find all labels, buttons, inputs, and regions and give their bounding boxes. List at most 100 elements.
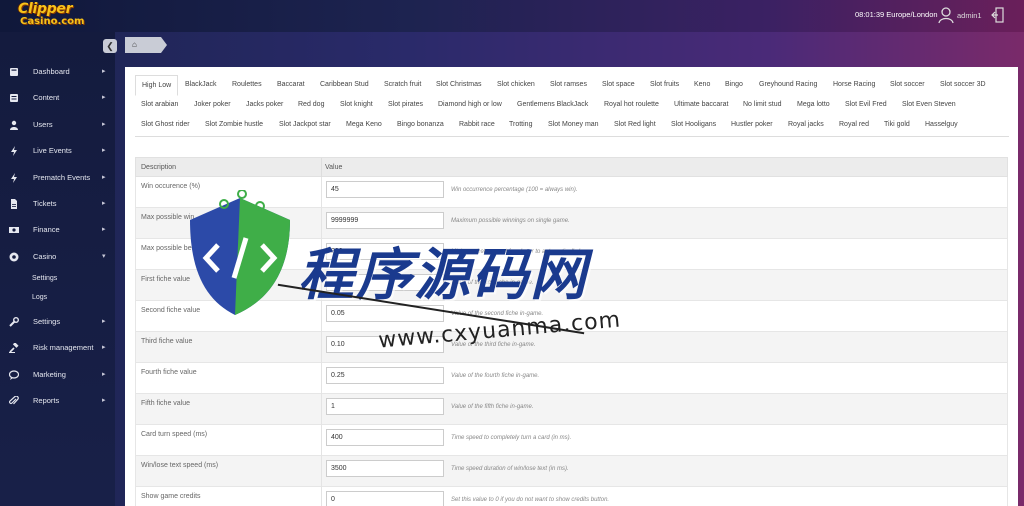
tab-greyhound-racing[interactable]: Greyhound Racing (753, 75, 823, 95)
tab-slot-fruits[interactable]: Slot fruits (644, 75, 685, 95)
chevron-right-icon: ▸ (102, 174, 106, 181)
tab-royal-jacks[interactable]: Royal jacks (782, 115, 830, 135)
max-possible-win-input[interactable] (326, 212, 444, 229)
card-turn-speed-input[interactable] (326, 429, 444, 446)
tab-slot-soccer-3d[interactable]: Slot soccer 3D (934, 75, 992, 95)
tab-slot-red-light[interactable]: Slot Red light (608, 115, 662, 135)
brand-logo[interactable]: Clipper Casino.com (18, 2, 98, 29)
sidebar-item-reports[interactable]: Reports ▸ (0, 388, 115, 414)
tab-slot-knight[interactable]: Slot knight (334, 95, 379, 115)
column-divider (321, 394, 322, 425)
show-game-credits-input[interactable] (326, 491, 444, 506)
tab-slot-evil-fred[interactable]: Slot Evil Fred (839, 95, 893, 115)
tab-slot-arabian[interactable]: Slot arabian (135, 95, 184, 115)
tab-slot-pirates[interactable]: Slot pirates (382, 95, 429, 115)
tab-slot-ramses[interactable]: Slot ramses (544, 75, 593, 95)
chevron-right-icon: ▸ (102, 397, 106, 404)
user-avatar-icon[interactable] (938, 6, 954, 24)
tab-rabbit-race[interactable]: Rabbit race (453, 115, 501, 135)
setting-help: Time speed to completely turn a card (in… (451, 435, 572, 441)
tab-slot-money-man[interactable]: Slot Money man (542, 115, 605, 135)
sidebar-subitem-logs[interactable]: Logs (32, 294, 47, 301)
sidebar-item-live-events[interactable]: Live Events ▸ (0, 138, 115, 164)
tab-slot-christmas[interactable]: Slot Christmas (430, 75, 488, 95)
setting-label: Win occurence (%) (141, 183, 201, 190)
tab-mega-lotto[interactable]: Mega lotto (791, 95, 836, 115)
tab-slot-space[interactable]: Slot space (596, 75, 641, 95)
setting-help: Set this value to 0 if you do not want t… (451, 497, 610, 503)
chevron-right-icon: ▸ (102, 226, 106, 233)
tab-no-limit-stud[interactable]: No limit stud (737, 95, 788, 115)
tab-slot-soccer[interactable]: Slot soccer (884, 75, 931, 95)
sidebar-item-casino[interactable]: Casino ▾ (0, 244, 115, 270)
tab-hustler-poker[interactable]: Hustler poker (725, 115, 779, 135)
max-possible-bet-input[interactable] (326, 243, 444, 260)
tab-royal-hot-roulette[interactable]: Royal hot roulette (598, 95, 665, 115)
tab-joker-poker[interactable]: Joker poker (188, 95, 237, 115)
ticket-icon (11, 199, 17, 209)
tab-scratch-fruit[interactable]: Scratch fruit (378, 75, 427, 95)
sidebar-item-finance[interactable]: Finance ▸ (0, 217, 115, 243)
tab-hasselguy[interactable]: Hasselguy (919, 115, 964, 135)
column-divider (321, 425, 322, 456)
tab-baccarat[interactable]: Baccarat (271, 75, 311, 95)
username[interactable]: admin1 (957, 11, 982, 20)
column-divider (321, 456, 322, 487)
setting-help: Value of the third fiche in-game. (451, 342, 536, 348)
sidebar-item-prematch-events[interactable]: Prematch Events ▸ (0, 165, 115, 191)
sidebar-item-settings[interactable]: Settings ▸ (0, 309, 115, 335)
win-occurence-input[interactable] (326, 181, 444, 198)
tab-bingo[interactable]: Bingo (719, 75, 749, 95)
fourth-fiche-input[interactable] (326, 367, 444, 384)
chevron-right-icon: ▸ (102, 68, 106, 75)
tab-royal-red[interactable]: Royal red (833, 115, 875, 135)
sidebar-item-dashboard[interactable]: Dashboard ▸ (0, 59, 115, 85)
column-divider (321, 158, 322, 178)
tab-red-dog[interactable]: Red dog (292, 95, 330, 115)
tab-slot-zombie-hustle[interactable]: Slot Zombie hustle (199, 115, 269, 135)
sidebar-item-risk-management[interactable]: Risk management ▸ (0, 335, 115, 361)
home-icon[interactable]: ⌂ (132, 40, 137, 49)
column-divider (321, 487, 322, 506)
tab-caribbean-stud[interactable]: Caribbean Stud (314, 75, 375, 95)
tab-diamond-high-or-low[interactable]: Diamond high or low (432, 95, 508, 115)
column-divider (321, 270, 322, 301)
fifth-fiche-input[interactable] (326, 398, 444, 415)
sidebar-item-marketing[interactable]: Marketing ▸ (0, 362, 115, 388)
tab-keno[interactable]: Keno (688, 75, 716, 95)
third-fiche-input[interactable] (326, 336, 444, 353)
money-icon (9, 227, 19, 233)
tab-slot-even-steven[interactable]: Slot Even Steven (896, 95, 962, 115)
tab-slot-jackpot-star[interactable]: Slot Jackpot star (273, 115, 337, 135)
setting-label: Second fiche value (141, 307, 201, 314)
tab-mega-keno[interactable]: Mega Keno (340, 115, 388, 135)
tab-bingo-bonanza[interactable]: Bingo bonanza (391, 115, 450, 135)
tab-trotting[interactable]: Trotting (503, 115, 538, 135)
sidebar-subitem-settings[interactable]: Settings (32, 275, 57, 282)
second-fiche-input[interactable] (326, 305, 444, 322)
tab-high-low[interactable]: High Low (135, 75, 179, 96)
win-lose-text-speed-input[interactable] (326, 460, 444, 477)
sidebar-item-label: Reports (33, 396, 60, 405)
tab-blackjack[interactable]: BlackJack (179, 75, 223, 95)
chevron-right-icon: ▸ (102, 147, 106, 154)
table-row: Fifth fiche value Value of the fifth fic… (135, 394, 1008, 425)
tab-roulettes[interactable]: Roulettes (226, 75, 268, 95)
logout-icon[interactable] (991, 6, 1005, 24)
tab-gentlemens-blackjack[interactable]: Gentlemens BlackJack (511, 95, 594, 115)
column-divider (321, 208, 322, 239)
tab-horse-racing[interactable]: Horse Racing (827, 75, 881, 95)
tab-ultimate-baccarat[interactable]: Ultimate baccarat (668, 95, 734, 115)
tab-slot-ghost-rider[interactable]: Slot Ghost rider (135, 115, 196, 135)
sidebar-item-label: Risk management (33, 343, 94, 352)
tab-tiki-gold[interactable]: Tiki gold (878, 115, 916, 135)
tab-jacks-poker[interactable]: Jacks poker (240, 95, 289, 115)
sidebar-item-tickets[interactable]: Tickets ▸ (0, 191, 115, 217)
sidebar-item-content[interactable]: Content ▸ (0, 85, 115, 111)
bolt-icon (11, 146, 17, 156)
first-fiche-input[interactable] (326, 274, 444, 291)
tab-slot-hooligans[interactable]: Slot Hooligans (665, 115, 722, 135)
tab-slot-chicken[interactable]: Slot chicken (491, 75, 541, 95)
sidebar-collapse-button[interactable]: ❮ (103, 39, 117, 53)
sidebar-item-users[interactable]: Users ▸ (0, 112, 115, 138)
